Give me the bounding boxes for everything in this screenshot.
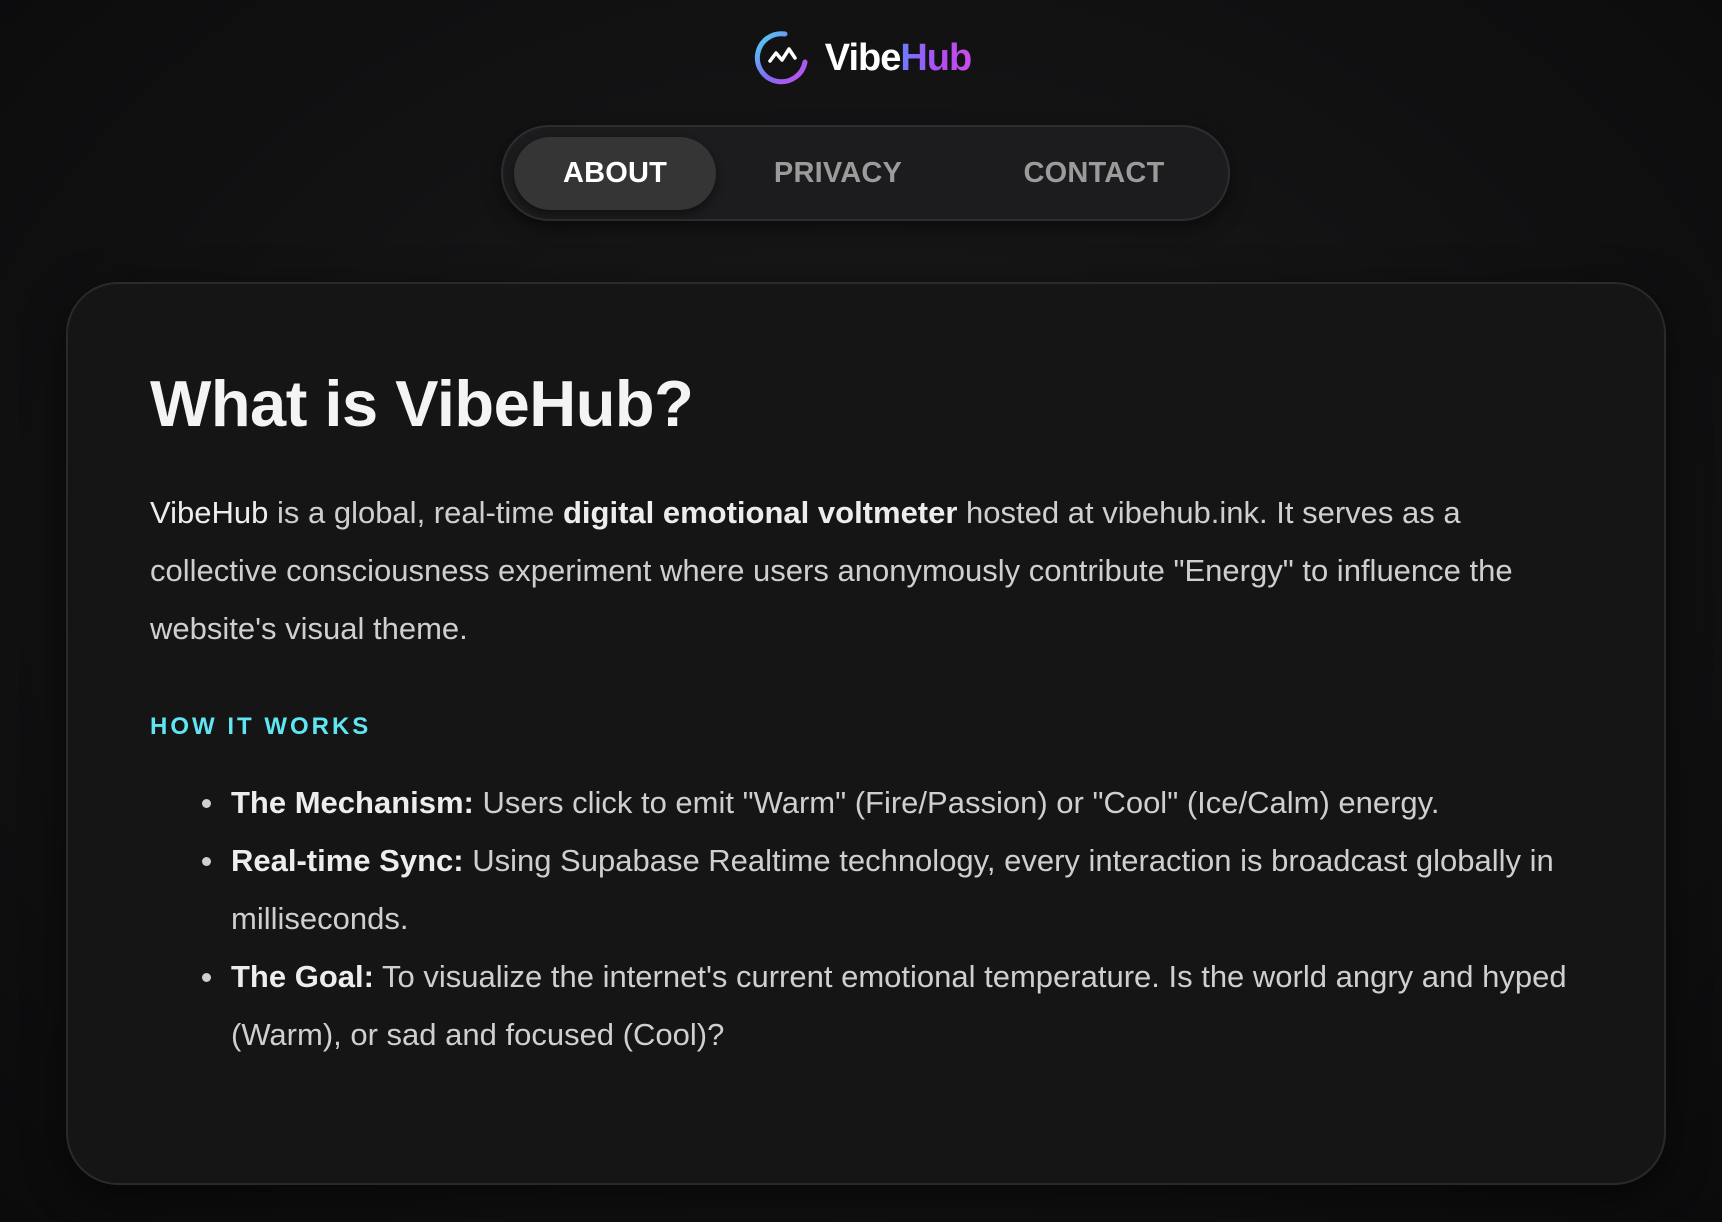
logo-wordmark-hub: Hub xyxy=(900,37,972,79)
bullet-dot xyxy=(202,857,211,866)
logo-wordmark-vibe: Vibe xyxy=(824,37,902,79)
bullet-dot xyxy=(202,799,211,808)
list-item-text: Users click to emit "Warm" (Fire/Passion… xyxy=(473,785,1440,820)
section-heading-how-it-works: HOW IT WORKS xyxy=(150,713,372,740)
list-item-label: The Mechanism: xyxy=(231,785,474,820)
list-item-goal: The Goal: To visualize the internet's cu… xyxy=(150,948,1630,1064)
bullet-dot xyxy=(202,973,211,982)
intro-brand-name: VibeHub xyxy=(150,495,269,530)
logo-wordmark: VibeHub xyxy=(824,37,972,79)
intro-text-1: is a global, real-time xyxy=(268,495,563,530)
page-title: What is VibeHub? xyxy=(150,367,694,440)
intro-paragraph: VibeHub is a global, real-time digital e… xyxy=(150,484,1590,658)
how-it-works-list: The Mechanism: Users click to emit "Warm… xyxy=(150,774,1630,1064)
list-item-label: Real-time Sync: xyxy=(231,843,464,878)
list-item-mechanism: The Mechanism: Users click to emit "Warm… xyxy=(150,774,1630,832)
intro-emphasis: digital emotional voltmeter xyxy=(562,495,958,530)
main-nav: ABOUT PRIVACY CONTACT xyxy=(501,125,1230,221)
tab-privacy[interactable]: PRIVACY xyxy=(725,137,951,210)
list-item-text: To visualize the internet's current emot… xyxy=(231,959,1567,1052)
site-logo[interactable]: VibeHub xyxy=(0,28,1722,88)
about-card: What is VibeHub? VibeHub is a global, re… xyxy=(66,282,1666,1185)
list-item-realtime-sync: Real-time Sync: Using Supabase Realtime … xyxy=(150,832,1630,948)
pulse-ring-logo-icon xyxy=(754,31,808,85)
tab-contact[interactable]: CONTACT xyxy=(969,137,1219,210)
tab-about[interactable]: ABOUT xyxy=(514,137,716,210)
list-item-label: The Goal: xyxy=(231,959,374,994)
